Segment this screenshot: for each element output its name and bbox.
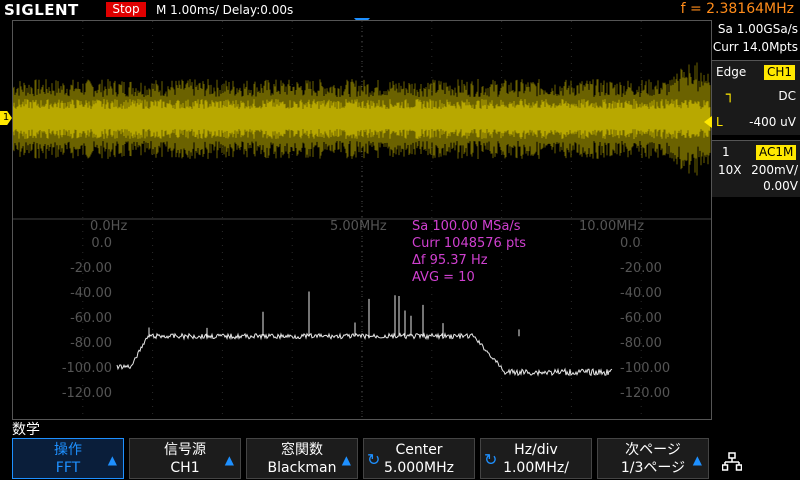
trigger-source: CH1 bbox=[764, 65, 796, 80]
fft-y-label-right: -80.00 bbox=[620, 336, 662, 351]
fft-y-label-right: -120.00 bbox=[620, 386, 671, 401]
arrow-up-icon: ▲ bbox=[341, 453, 351, 467]
trigger-level-prefix: L bbox=[716, 115, 723, 129]
fft-y-label: -100.00 bbox=[61, 361, 112, 376]
brand-logo: SIGLENT bbox=[4, 1, 79, 19]
fft-sample-rate: Sa 100.00 MSa/s bbox=[412, 219, 521, 234]
status-bar: SIGLENT Stop M 1.00ms/ Delay:0.00s f = 2… bbox=[0, 0, 800, 20]
fft-resolution: Δf 95.37 Hz bbox=[412, 253, 488, 268]
trigger-box[interactable]: Edge CH1 ┐ DC L -400 uV bbox=[712, 60, 800, 135]
softkey-value: 1.00MHz/ bbox=[503, 460, 569, 476]
fft-y-label: -120.00 bbox=[61, 386, 112, 401]
fft-y-label-right: -100.00 bbox=[620, 361, 671, 376]
fft-y-label: -80.00 bbox=[70, 336, 112, 351]
arrow-up-icon: ▲ bbox=[107, 453, 117, 467]
fft-x-label-center: 5.00MHz bbox=[330, 219, 387, 234]
softkey-label: Hz/div bbox=[514, 442, 558, 458]
softkey-source[interactable]: 信号源 CH1 ▲ bbox=[129, 438, 241, 479]
network-icon bbox=[722, 452, 742, 471]
fft-y-label: -60.00 bbox=[70, 311, 112, 326]
fft-average: AVG = 10 bbox=[412, 270, 475, 285]
knob-icon: ↻ bbox=[484, 450, 498, 469]
timebase-readout[interactable]: M 1.00ms/ Delay:0.00s bbox=[156, 3, 293, 17]
channel-offset: 0.00V bbox=[763, 179, 798, 193]
memory-depth: Curr 14.0Mpts bbox=[712, 40, 798, 54]
knob-icon: ↻ bbox=[367, 450, 381, 469]
fft-memory: Curr 1048576 pts bbox=[412, 236, 527, 251]
rising-edge-icon: ┐ bbox=[726, 87, 735, 103]
softkey-window[interactable]: 窓関数 Blackman ▲ bbox=[246, 438, 358, 479]
softkey-label: 次ページ bbox=[625, 442, 681, 458]
fft-y-label-right: 0.0 bbox=[620, 236, 641, 251]
menu-title: 数学 bbox=[12, 422, 40, 438]
softkey-value: 1/3ページ bbox=[620, 460, 686, 476]
softkey-value: FFT bbox=[55, 460, 81, 476]
softkey-center[interactable]: ↻ Center 5.000MHz bbox=[363, 438, 475, 479]
arrow-up-icon: ▲ bbox=[224, 453, 234, 467]
softkey-bar: 操作 FFT ▲ 信号源 CH1 ▲ 窓関数 Blackman ▲ ↻ Cent… bbox=[0, 437, 800, 480]
right-info-panel: Sa 1.00GSa/s Curr 14.0Mpts Edge CH1 ┐ DC… bbox=[704, 20, 800, 420]
arrow-up-icon: ▲ bbox=[692, 453, 702, 467]
softkey-next-page[interactable]: 次ページ 1/3ページ ▲ bbox=[597, 438, 709, 479]
trigger-coupling: DC bbox=[778, 89, 796, 103]
fft-trace bbox=[116, 332, 613, 377]
fft-y-label: -40.00 bbox=[70, 286, 112, 301]
run-stop-indicator[interactable]: Stop bbox=[106, 2, 146, 17]
frequency-counter: f = 2.38164MHz bbox=[680, 1, 794, 17]
softkey-operation[interactable]: 操作 FFT ▲ bbox=[12, 438, 124, 479]
trigger-level-marker[interactable] bbox=[704, 116, 712, 128]
softkey-hz-div[interactable]: ↻ Hz/div 1.00MHz/ bbox=[480, 438, 592, 479]
channel-number: 1 bbox=[722, 145, 730, 159]
softkey-value: 5.000MHz bbox=[383, 460, 455, 476]
softkey-label: 操作 bbox=[54, 442, 82, 458]
channel1-box[interactable]: 1 AC1M 10X 200mV/ 0.00V bbox=[712, 140, 800, 197]
fft-y-label-right: -60.00 bbox=[620, 311, 662, 326]
sample-rate: Sa 1.00GSa/s bbox=[717, 22, 798, 36]
fft-y-label: 0.0 bbox=[91, 236, 112, 251]
softkey-value: CH1 bbox=[170, 460, 200, 476]
trigger-level: -400 uV bbox=[749, 115, 796, 129]
softkey-label: 信号源 bbox=[164, 442, 206, 458]
fft-x-label-start: 0.0Hz bbox=[90, 219, 128, 234]
fft-x-label-end: 10.00MHz bbox=[579, 219, 645, 234]
fft-y-label-right: -20.00 bbox=[620, 261, 662, 276]
fft-y-label-right: -40.00 bbox=[620, 286, 662, 301]
volts-per-div: 200mV/ bbox=[751, 163, 798, 177]
trigger-type: Edge bbox=[716, 65, 747, 79]
ch1-offset-marker[interactable]: 1 bbox=[0, 111, 12, 125]
softkey-label: 窓関数 bbox=[281, 442, 323, 458]
fft-y-label: -20.00 bbox=[70, 261, 112, 276]
softkey-label: Center bbox=[395, 442, 443, 458]
softkey-value: Blackman bbox=[267, 460, 337, 476]
probe-ratio: 10X bbox=[718, 163, 742, 177]
channel-coupling: AC1M bbox=[756, 145, 797, 160]
